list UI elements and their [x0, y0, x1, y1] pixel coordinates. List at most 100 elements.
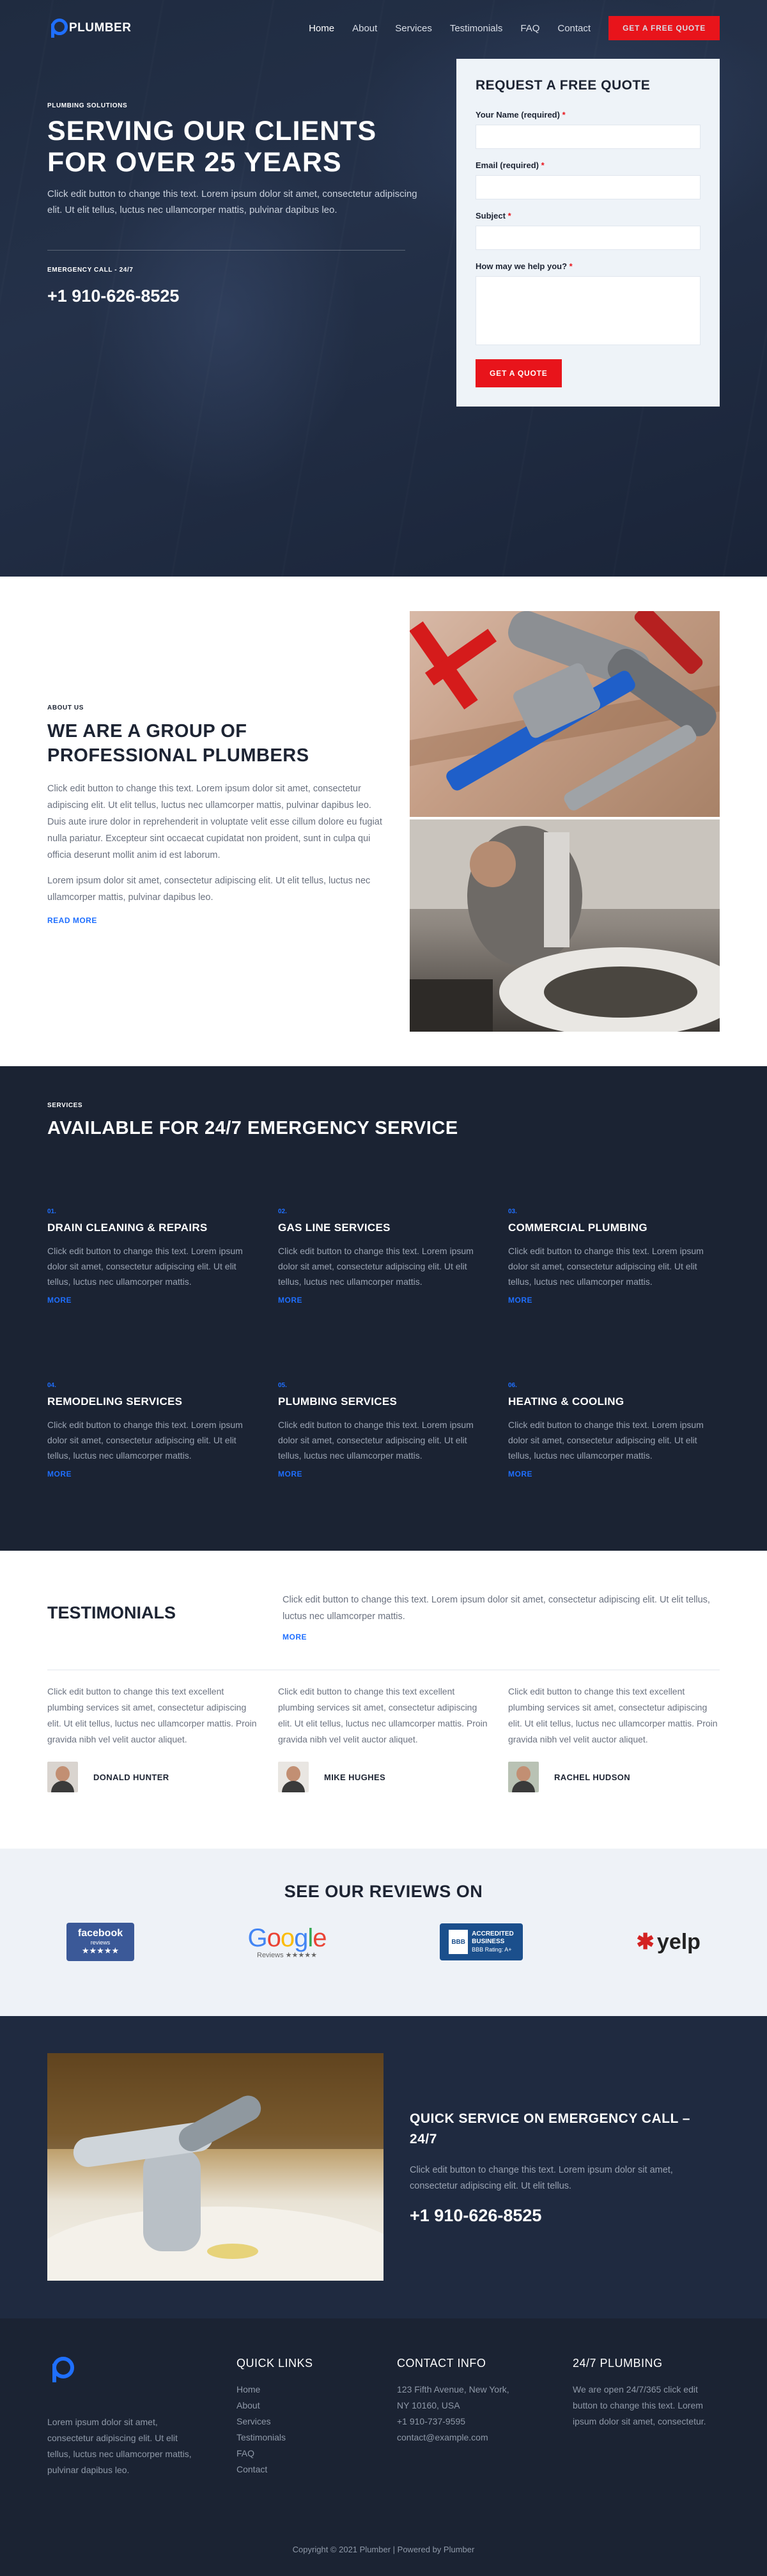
- read-more-link[interactable]: READ MORE: [47, 916, 386, 925]
- testimonial-card: Click edit button to change this text ex…: [508, 1684, 721, 1792]
- service-number: 05.: [278, 1382, 287, 1389]
- footer-link-home[interactable]: Home: [236, 2384, 260, 2394]
- bbb-logo-icon: BBB: [449, 1930, 469, 1954]
- service-number: 02.: [278, 1208, 287, 1215]
- nav-services[interactable]: Services: [395, 23, 432, 34]
- message-textarea[interactable]: [476, 276, 701, 345]
- nav-faq[interactable]: FAQ: [520, 23, 539, 34]
- testimonial-text: Click edit button to change this text ex…: [47, 1686, 257, 1744]
- service-title: GAS LINE SERVICES: [278, 1222, 391, 1234]
- google-sub-text: Reviews ★★★★★: [257, 1951, 317, 1959]
- footer-logo-icon[interactable]: [47, 2357, 74, 2382]
- footer-phone-link[interactable]: +1 910-737-9595: [397, 2416, 465, 2426]
- reviews-title: SEE OUR REVIEWS ON: [284, 1882, 483, 1901]
- footer-email-link[interactable]: contact@example.com: [397, 2432, 488, 2442]
- address-line-2: NY 10160, USA: [397, 2400, 460, 2410]
- facebook-stars: ★★★★★: [81, 1946, 120, 1955]
- hero-eyebrow: PLUMBING SOLUTIONS: [47, 102, 128, 109]
- service-card: 01. DRAIN CLEANING & REPAIRS Click edit …: [47, 1208, 258, 1305]
- footer-link-faq[interactable]: FAQ: [236, 2448, 254, 2458]
- service-number: 06.: [508, 1382, 517, 1389]
- services-eyebrow: SERVICES: [47, 1102, 83, 1109]
- service-title: REMODELING SERVICES: [47, 1395, 183, 1408]
- footer: Lorem ipsum dolor sit amet, consectetur …: [0, 2318, 767, 2576]
- footer-link-contact[interactable]: Contact: [236, 2464, 267, 2474]
- name-input[interactable]: [476, 125, 701, 149]
- testimonial-text: Click edit button to change this text ex…: [278, 1686, 488, 1744]
- nav-testimonials[interactable]: Testimonials: [450, 23, 503, 34]
- facebook-sub-text: reviews: [90, 1939, 111, 1946]
- avatar: [278, 1762, 309, 1792]
- service-title: COMMERCIAL PLUMBING: [508, 1222, 647, 1234]
- plumbing-text: We are open 24/7/365 click edit button t…: [573, 2384, 706, 2426]
- hero-title: SERVING OUR CLIENTS FOR OVER 25 YEARS: [47, 116, 377, 178]
- footer-about-text: Lorem ipsum dolor sit amet, consectetur …: [47, 2417, 192, 2475]
- footer-link-about[interactable]: About: [236, 2400, 260, 2410]
- testimonial-author: DONALD HUNTER: [93, 1772, 169, 1782]
- hero-text: Click edit button to change this text. L…: [47, 189, 417, 215]
- message-label: How may we help you? *: [476, 261, 573, 271]
- footer-link-testimonials[interactable]: Testimonials: [236, 2432, 286, 2442]
- facebook-reviews-badge[interactable]: facebook reviews ★★★★★: [66, 1923, 134, 1961]
- about-section: ABOUT US WE ARE A GROUP OF PROFESSIONAL …: [0, 577, 767, 1066]
- hero-section: PLUMBER Home About Services Testimonials…: [0, 0, 767, 577]
- emergency-text: Click edit button to change this text. L…: [410, 2165, 673, 2191]
- service-more-link[interactable]: MORE: [47, 1470, 258, 1478]
- emergency-phone[interactable]: +1 910-626-8525: [410, 2206, 720, 2226]
- contact-info-title: CONTACT INFO: [397, 2357, 486, 2370]
- hero-phone[interactable]: +1 910-626-8525: [47, 286, 431, 306]
- quick-links-title: QUICK LINKS: [236, 2357, 313, 2370]
- nav-about[interactable]: About: [352, 23, 377, 34]
- faucet-photo: [47, 2053, 384, 2281]
- testimonial-card: Click edit button to change this text ex…: [278, 1684, 491, 1792]
- bbb-line-1: ACCREDITED: [472, 1930, 514, 1937]
- service-title: HEATING & COOLING: [508, 1395, 624, 1408]
- testimonial-author: RACHEL HUDSON: [554, 1772, 631, 1782]
- nav-home[interactable]: Home: [309, 23, 334, 34]
- subject-label: Subject *: [476, 211, 511, 221]
- logo[interactable]: PLUMBER: [47, 19, 131, 38]
- nav-contact[interactable]: Contact: [557, 23, 591, 34]
- service-title: DRAIN CLEANING & REPAIRS: [47, 1222, 208, 1234]
- email-label: Email (required) *: [476, 160, 545, 170]
- plumber-at-work-photo: [410, 819, 720, 1032]
- get-free-quote-button[interactable]: GET A FREE QUOTE: [608, 16, 720, 40]
- bbb-line-2: BUSINESS: [472, 1937, 505, 1945]
- service-more-link[interactable]: MORE: [508, 1296, 719, 1305]
- yelp-burst-icon: ✱: [636, 1930, 655, 1954]
- about-title: WE ARE A GROUP OF PROFESSIONAL PLUMBERS: [47, 721, 309, 766]
- copyright: Copyright © 2021 Plumber | Powered by Pl…: [292, 2545, 475, 2554]
- service-more-link[interactable]: MORE: [508, 1470, 719, 1478]
- logo-icon: [47, 19, 68, 38]
- service-text: Click edit button to change this text. L…: [47, 1246, 243, 1287]
- get-quote-button[interactable]: GET A QUOTE: [476, 359, 562, 387]
- service-more-link[interactable]: MORE: [278, 1470, 489, 1478]
- emergency-label: EMERGENCY CALL - 24/7: [47, 267, 134, 274]
- address-line-1: 123 Fifth Avenue, New York,: [397, 2384, 509, 2394]
- service-card: 02. GAS LINE SERVICES Click edit button …: [278, 1208, 489, 1305]
- testimonials-title: TESTIMONIALS: [47, 1603, 176, 1622]
- service-card: 05. PLUMBING SERVICES Click edit button …: [278, 1382, 489, 1478]
- testimonial-text: Click edit button to change this text ex…: [508, 1686, 718, 1744]
- bbb-rating: BBB Rating: A+: [472, 1946, 512, 1953]
- services-title: AVAILABLE FOR 24/7 EMERGENCY SERVICE: [47, 1118, 458, 1138]
- about-paragraph-1: Click edit button to change this text. L…: [47, 784, 382, 860]
- yelp-reviews-badge[interactable]: ✱ yelp: [636, 1923, 701, 1961]
- bbb-accredited-badge[interactable]: BBB ACCREDITED BUSINESS BBB Rating: A+: [439, 1923, 523, 1960]
- google-reviews-badge[interactable]: Google Reviews ★★★★★: [247, 1923, 327, 1961]
- facebook-logo-text: facebook: [77, 1928, 123, 1939]
- email-input[interactable]: [476, 175, 701, 199]
- testimonial-author: MIKE HUGHES: [324, 1772, 386, 1782]
- service-more-link[interactable]: MORE: [278, 1296, 489, 1305]
- footer-link-services[interactable]: Services: [236, 2416, 271, 2426]
- emergency-section: QUICK SERVICE ON EMERGENCY CALL – 24/7 C…: [0, 2016, 767, 2318]
- service-text: Click edit button to change this text. L…: [47, 1420, 243, 1461]
- service-text: Click edit button to change this text. L…: [508, 1420, 704, 1461]
- about-paragraph-2: Lorem ipsum dolor sit amet, consectetur …: [47, 876, 371, 903]
- emergency-title: QUICK SERVICE ON EMERGENCY CALL – 24/7: [410, 2111, 690, 2146]
- service-more-link[interactable]: MORE: [47, 1296, 258, 1305]
- testimonial-card: Click edit button to change this text ex…: [47, 1684, 260, 1792]
- subject-input[interactable]: [476, 226, 701, 250]
- testimonials-more-link[interactable]: MORE: [283, 1633, 720, 1641]
- main-nav: Home About Services Testimonials FAQ Con…: [309, 16, 720, 40]
